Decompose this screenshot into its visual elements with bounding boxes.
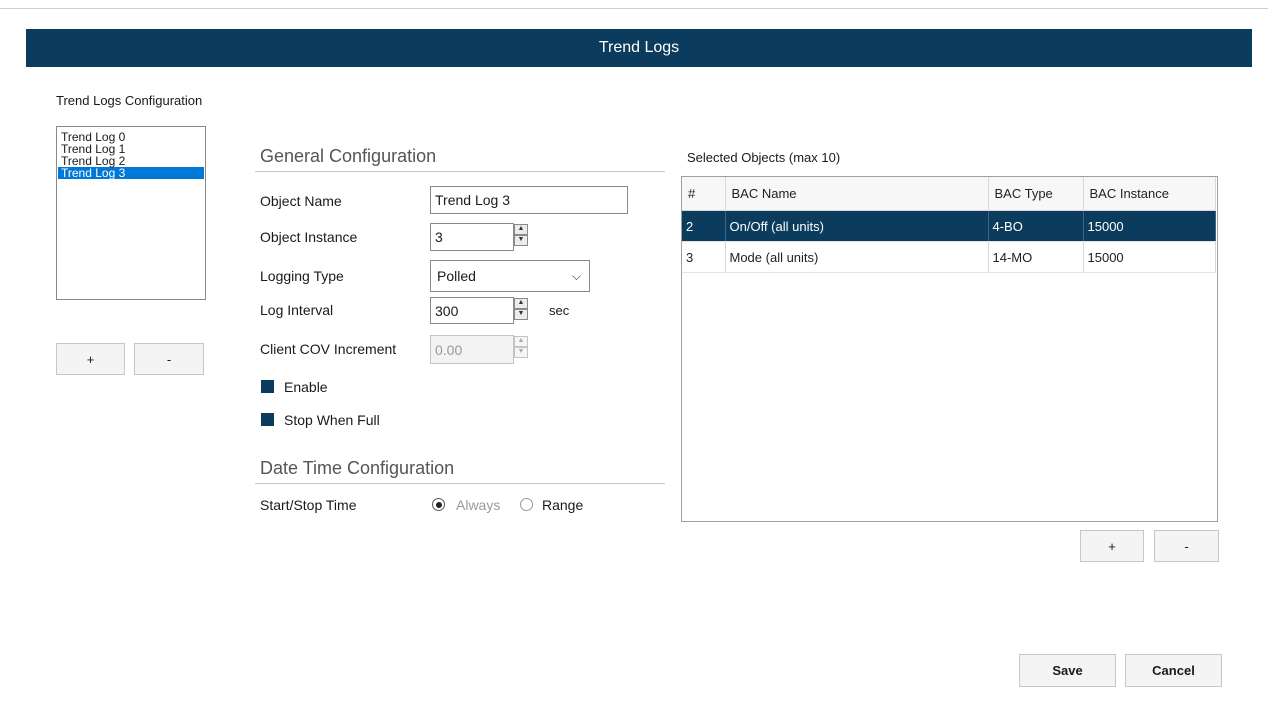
enable-checkbox[interactable] bbox=[261, 380, 274, 393]
cell-name: On/Off (all units) bbox=[725, 210, 989, 242]
cell-num: 2 bbox=[682, 210, 726, 242]
window-title-bar: Trend Logs bbox=[26, 29, 1252, 67]
always-radio[interactable] bbox=[432, 498, 445, 511]
trend-log-item-selected[interactable]: Trend Log 3 bbox=[58, 167, 204, 179]
logging-type-select[interactable]: Polled ⌵ bbox=[430, 260, 590, 292]
log-interval-label: Log Interval bbox=[260, 302, 334, 318]
trend-log-list[interactable]: Trend Log 0 Trend Log 1 Trend Log 2 Tren… bbox=[56, 126, 206, 300]
object-instance-label: Object Instance bbox=[260, 229, 358, 245]
log-interval-value: 300 bbox=[435, 302, 459, 319]
selected-objects-grid[interactable]: # BAC Name BAC Type BAC Instance 2 On/Of… bbox=[681, 176, 1218, 522]
logging-type-label: Logging Type bbox=[260, 268, 344, 284]
cancel-button[interactable]: Cancel bbox=[1125, 654, 1222, 687]
stepper-down-icon[interactable]: ▼ bbox=[514, 235, 528, 246]
stepper-up-icon[interactable]: ▲ bbox=[514, 298, 528, 309]
stepper-down-icon: ▼ bbox=[514, 347, 528, 358]
column-header[interactable]: # bbox=[682, 177, 726, 211]
always-label: Always bbox=[456, 497, 501, 513]
column-header[interactable]: BAC Name bbox=[725, 177, 989, 211]
stepper-up-icon[interactable]: ▲ bbox=[514, 224, 528, 235]
general-config-divider bbox=[255, 171, 665, 172]
grid-header-row: # BAC Name BAC Type BAC Instance bbox=[682, 177, 1216, 211]
log-interval-stepper[interactable]: ▲ ▼ bbox=[514, 298, 528, 320]
client-cov-stepper: ▲ ▼ bbox=[514, 336, 528, 358]
object-instance-value: 3 bbox=[435, 229, 443, 245]
stepper-up-icon: ▲ bbox=[514, 336, 528, 347]
enable-label: Enable bbox=[284, 379, 328, 395]
stop-when-full-checkbox[interactable] bbox=[261, 413, 274, 426]
remove-object-button[interactable]: - bbox=[1154, 530, 1219, 562]
table-row[interactable]: 3 Mode (all units) 14-MO 15000 bbox=[682, 241, 1216, 273]
save-button[interactable]: Save bbox=[1019, 654, 1116, 687]
cell-name: Mode (all units) bbox=[725, 241, 989, 273]
selected-objects-heading: Selected Objects (max 10) bbox=[687, 150, 841, 165]
add-object-button[interactable]: + bbox=[1080, 530, 1144, 562]
object-instance-input[interactable]: 3 bbox=[430, 223, 514, 251]
client-cov-input: 0.00 bbox=[430, 335, 514, 364]
object-instance-stepper[interactable]: ▲ ▼ bbox=[514, 224, 528, 246]
column-header[interactable]: BAC Instance bbox=[1083, 177, 1216, 211]
cell-num: 3 bbox=[682, 241, 726, 273]
top-divider bbox=[0, 8, 1268, 9]
object-name-label: Object Name bbox=[260, 193, 342, 209]
datetime-config-heading: Date Time Configuration bbox=[260, 458, 455, 478]
client-cov-value: 0.00 bbox=[435, 341, 463, 358]
log-interval-unit: sec bbox=[549, 303, 570, 318]
cell-type: 4-BO bbox=[988, 210, 1084, 242]
logging-type-value: Polled bbox=[437, 268, 476, 284]
table-row-selected[interactable]: 2 On/Off (all units) 4-BO 15000 bbox=[682, 210, 1216, 242]
cell-type: 14-MO bbox=[988, 241, 1084, 273]
column-header[interactable]: BAC Type bbox=[988, 177, 1084, 211]
stop-when-full-label: Stop When Full bbox=[284, 412, 380, 428]
add-trend-log-button[interactable]: + bbox=[56, 343, 125, 375]
remove-trend-log-button[interactable]: - bbox=[134, 343, 204, 375]
object-name-value: Trend Log 3 bbox=[435, 192, 510, 208]
cell-instance: 15000 bbox=[1083, 210, 1216, 242]
general-config-heading: General Configuration bbox=[260, 146, 437, 166]
window-title: Trend Logs bbox=[598, 39, 680, 56]
client-cov-label: Client COV Increment bbox=[260, 341, 397, 357]
range-label: Range bbox=[542, 497, 584, 513]
cell-instance: 15000 bbox=[1083, 241, 1216, 273]
datetime-config-divider bbox=[255, 483, 665, 484]
range-radio[interactable] bbox=[520, 498, 533, 511]
start-stop-time-label: Start/Stop Time bbox=[260, 497, 357, 513]
stepper-down-icon[interactable]: ▼ bbox=[514, 309, 528, 320]
log-interval-input[interactable]: 300 bbox=[430, 297, 514, 324]
chevron-down-icon: ⌵ bbox=[571, 268, 581, 283]
object-name-input[interactable]: Trend Log 3 bbox=[430, 186, 628, 214]
trend-logs-config-heading: Trend Logs Configuration bbox=[56, 93, 203, 108]
